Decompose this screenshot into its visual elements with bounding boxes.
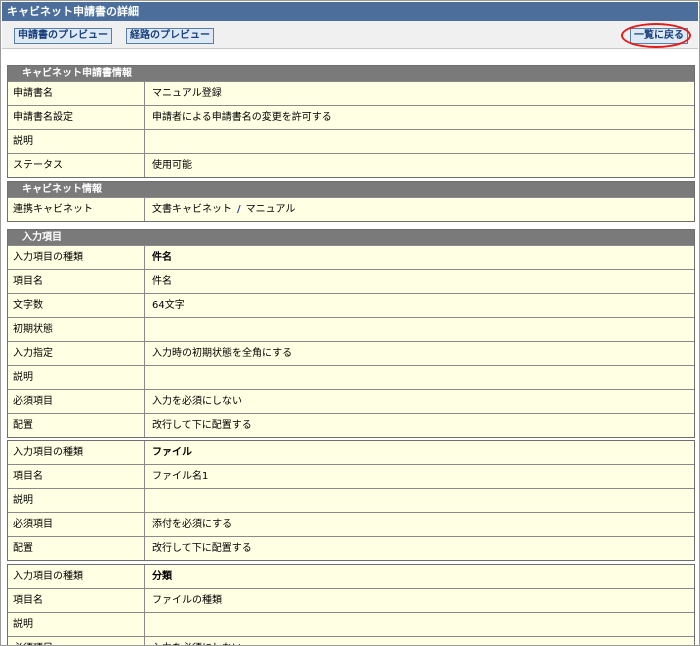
- row-value: [145, 366, 694, 389]
- row-label: 必須項目: [8, 513, 145, 536]
- table-row: 必須項目 入力を必須にしない: [8, 636, 694, 645]
- row-label: 連携キャビネット: [8, 198, 145, 221]
- page-title: キャビネット申請書の詳細: [2, 2, 698, 21]
- row-label: 入力項目の種類: [8, 441, 145, 464]
- row-label: 申請書名設定: [8, 106, 145, 129]
- input-items-section: 入力項目 入力項目の種類 件名 項目名 件名 文字数 64文字 初期状態 入力指…: [7, 229, 695, 438]
- input-items-header: 入力項目: [8, 230, 694, 245]
- table-row: 連携キャビネット 文書キャビネット / マニュアル: [8, 197, 694, 221]
- row-label: 初期状態: [8, 318, 145, 341]
- page-frame: キャビネット申請書の詳細 申請書のプレビュー 経路のプレビュー 一覧に戻る キャ…: [0, 0, 700, 646]
- row-label: 必須項目: [8, 390, 145, 413]
- table-row: 項目名 件名: [8, 269, 694, 293]
- table-row: 必須項目 添付を必須にする: [8, 512, 694, 536]
- row-label: 入力指定: [8, 342, 145, 365]
- back-to-list-button[interactable]: 一覧に戻る: [630, 28, 688, 44]
- table-row: 入力項目の種類 分類: [8, 565, 694, 588]
- row-value: ファイル名1: [145, 465, 694, 488]
- table-row: 必須項目 入力を必須にしない: [8, 389, 694, 413]
- input-item-group: 入力項目の種類 分類 項目名 ファイルの種類 説明 必須項目 入力を必須にしない: [7, 564, 695, 645]
- row-value: 使用可能: [145, 154, 694, 177]
- row-value: 添付を必須にする: [145, 513, 694, 536]
- row-value: 入力を必須にしない: [145, 390, 694, 413]
- row-label: ステータス: [8, 154, 145, 177]
- row-value: 入力を必須にしない: [145, 637, 694, 645]
- row-value: 件名: [145, 246, 694, 269]
- row-label: 説明: [8, 130, 145, 153]
- row-label: 配置: [8, 537, 145, 560]
- table-row: 説明: [8, 612, 694, 636]
- row-value: 64文字: [145, 294, 694, 317]
- row-label: 配置: [8, 414, 145, 437]
- row-label: 入力項目の種類: [8, 565, 145, 588]
- row-value: 入力時の初期状態を全角にする: [145, 342, 694, 365]
- cabinet-path: 文書キャビネット / マニュアル: [145, 198, 694, 221]
- table-row: 入力項目の種類 件名: [8, 245, 694, 269]
- table-row: 説明: [8, 365, 694, 389]
- table-row: 説明: [8, 488, 694, 512]
- form-info-header: キャビネット申請書情報: [8, 66, 694, 81]
- row-value: ファイルの種類: [145, 589, 694, 612]
- preview-route-button[interactable]: 経路のプレビュー: [126, 28, 214, 44]
- table-row: 入力項目の種類 ファイル: [8, 441, 694, 464]
- row-value: [145, 130, 694, 153]
- preview-form-button[interactable]: 申請書のプレビュー: [14, 28, 112, 44]
- row-value: マニュアル登録: [145, 82, 694, 105]
- row-value: 件名: [145, 270, 694, 293]
- input-item-group: 入力項目の種類 ファイル 項目名 ファイル名1 説明 必須項目 添付を必須にする…: [7, 440, 695, 561]
- cabinet-info-header: キャビネット情報: [8, 182, 694, 197]
- row-label: 項目名: [8, 589, 145, 612]
- table-row: ステータス 使用可能: [8, 153, 694, 177]
- form-info-section: キャビネット申請書情報 申請書名 マニュアル登録 申請書名設定 申請者による申請…: [7, 65, 695, 178]
- cabinet-name: 文書キャビネット: [152, 204, 232, 215]
- row-label: 必須項目: [8, 637, 145, 645]
- row-label: 説明: [8, 366, 145, 389]
- table-row: 配置 改行して下に配置する: [8, 413, 694, 437]
- table-row: 申請書名 マニュアル登録: [8, 81, 694, 105]
- cabinet-info-section: キャビネット情報 連携キャビネット 文書キャビネット / マニュアル: [7, 181, 695, 222]
- row-value: 申請者による申請書名の変更を許可する: [145, 106, 694, 129]
- table-row: 申請書名設定 申請者による申請書名の変更を許可する: [8, 105, 694, 129]
- row-label: 申請書名: [8, 82, 145, 105]
- row-value: 改行して下に配置する: [145, 414, 694, 437]
- folder-name: マニュアル: [245, 204, 296, 215]
- table-row: 初期状態: [8, 317, 694, 341]
- row-value: ファイル: [145, 441, 694, 464]
- path-separator: /: [237, 204, 241, 215]
- row-label: 項目名: [8, 270, 145, 293]
- table-row: 配置 改行して下に配置する: [8, 536, 694, 560]
- row-label: 説明: [8, 489, 145, 512]
- row-label: 説明: [8, 613, 145, 636]
- table-row: 説明: [8, 129, 694, 153]
- toolbar: 申請書のプレビュー 経路のプレビュー 一覧に戻る: [2, 21, 698, 49]
- table-row: 文字数 64文字: [8, 293, 694, 317]
- row-label: 文字数: [8, 294, 145, 317]
- table-row: 項目名 ファイル名1: [8, 464, 694, 488]
- row-label: 入力項目の種類: [8, 246, 145, 269]
- row-value: [145, 318, 694, 341]
- row-value: [145, 613, 694, 636]
- table-row: 入力指定 入力時の初期状態を全角にする: [8, 341, 694, 365]
- row-label: 項目名: [8, 465, 145, 488]
- row-value: 分類: [145, 565, 694, 588]
- row-value: [145, 489, 694, 512]
- row-value: 改行して下に配置する: [145, 537, 694, 560]
- table-row: 項目名 ファイルの種類: [8, 588, 694, 612]
